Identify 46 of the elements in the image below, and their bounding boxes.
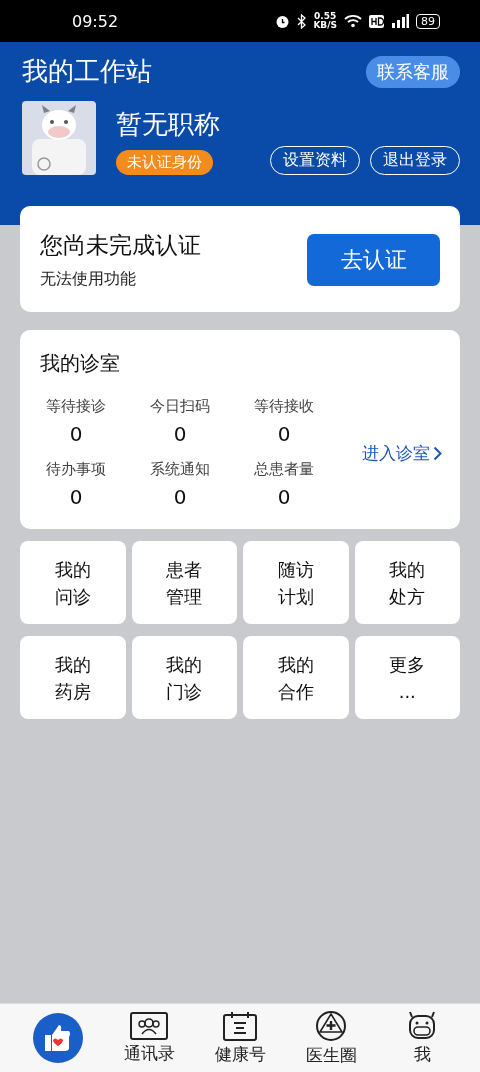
clinic-title: 我的诊室: [40, 350, 121, 377]
thumbs-up-icon: [33, 1013, 83, 1063]
network-speed: 0.55: [314, 12, 337, 21]
feature-tile[interactable]: 更多 ...: [354, 636, 460, 719]
feature-tile[interactable]: 我的 门诊: [131, 636, 237, 719]
nav-tab[interactable]: 我: [382, 1004, 462, 1072]
stat-label: 今日扫码: [150, 397, 210, 416]
nav-tab[interactable]: 医生圈: [291, 1004, 371, 1072]
stat-value: 0: [69, 422, 83, 446]
verify-subtitle: 无法使用功能: [40, 269, 137, 290]
nav-tab[interactable]: 通讯录: [109, 1004, 189, 1072]
profile-title: 暂无职称: [116, 108, 220, 141]
unverified-badge: 未认证身份: [116, 150, 213, 175]
stat-label: 等待接诊: [46, 397, 106, 416]
people-icon: [130, 1011, 168, 1040]
stat-value: 0: [69, 485, 83, 509]
stat-value: 0: [277, 422, 291, 446]
stat-label: 待办事项: [46, 460, 106, 479]
page-title: 我的工作站: [22, 55, 152, 88]
feature-tile[interactable]: 我的 药房: [20, 636, 126, 719]
signal-icon: [391, 14, 409, 28]
medical-cross-icon: [315, 1009, 347, 1042]
nav-tab[interactable]: 健康号: [200, 1004, 280, 1072]
wifi-icon: [344, 14, 362, 28]
chevron-right-icon: [433, 445, 442, 461]
feature-tile[interactable]: 我的 问诊: [20, 541, 126, 624]
stat-label: 等待接收: [254, 397, 314, 416]
speed-unit: KB/S: [313, 21, 337, 30]
bluetooth-icon: [297, 13, 307, 29]
alarm-icon: [275, 13, 291, 29]
feature-tile[interactable]: 我的 处方: [354, 541, 460, 624]
hd-icon: [369, 14, 384, 28]
stat-value: 0: [173, 422, 187, 446]
feature-tile[interactable]: 我的 合作: [243, 636, 349, 719]
battery-level: 89: [416, 13, 440, 29]
stat-label: 总患者量: [254, 460, 314, 479]
feature-tile[interactable]: 随访 计划: [243, 541, 349, 624]
enter-clinic-link[interactable]: 进入诊室: [362, 441, 442, 465]
stat-value: 0: [277, 485, 291, 509]
feature-tile[interactable]: 患者 管理: [131, 541, 237, 624]
stat-value: 0: [173, 485, 187, 509]
status-time: 09:52: [72, 11, 119, 31]
calendar-icon: [223, 1010, 257, 1041]
verify-button[interactable]: 去认证: [307, 234, 440, 286]
stat-label: 系统通知: [150, 460, 210, 479]
verify-title: 您尚未完成认证: [40, 231, 201, 260]
